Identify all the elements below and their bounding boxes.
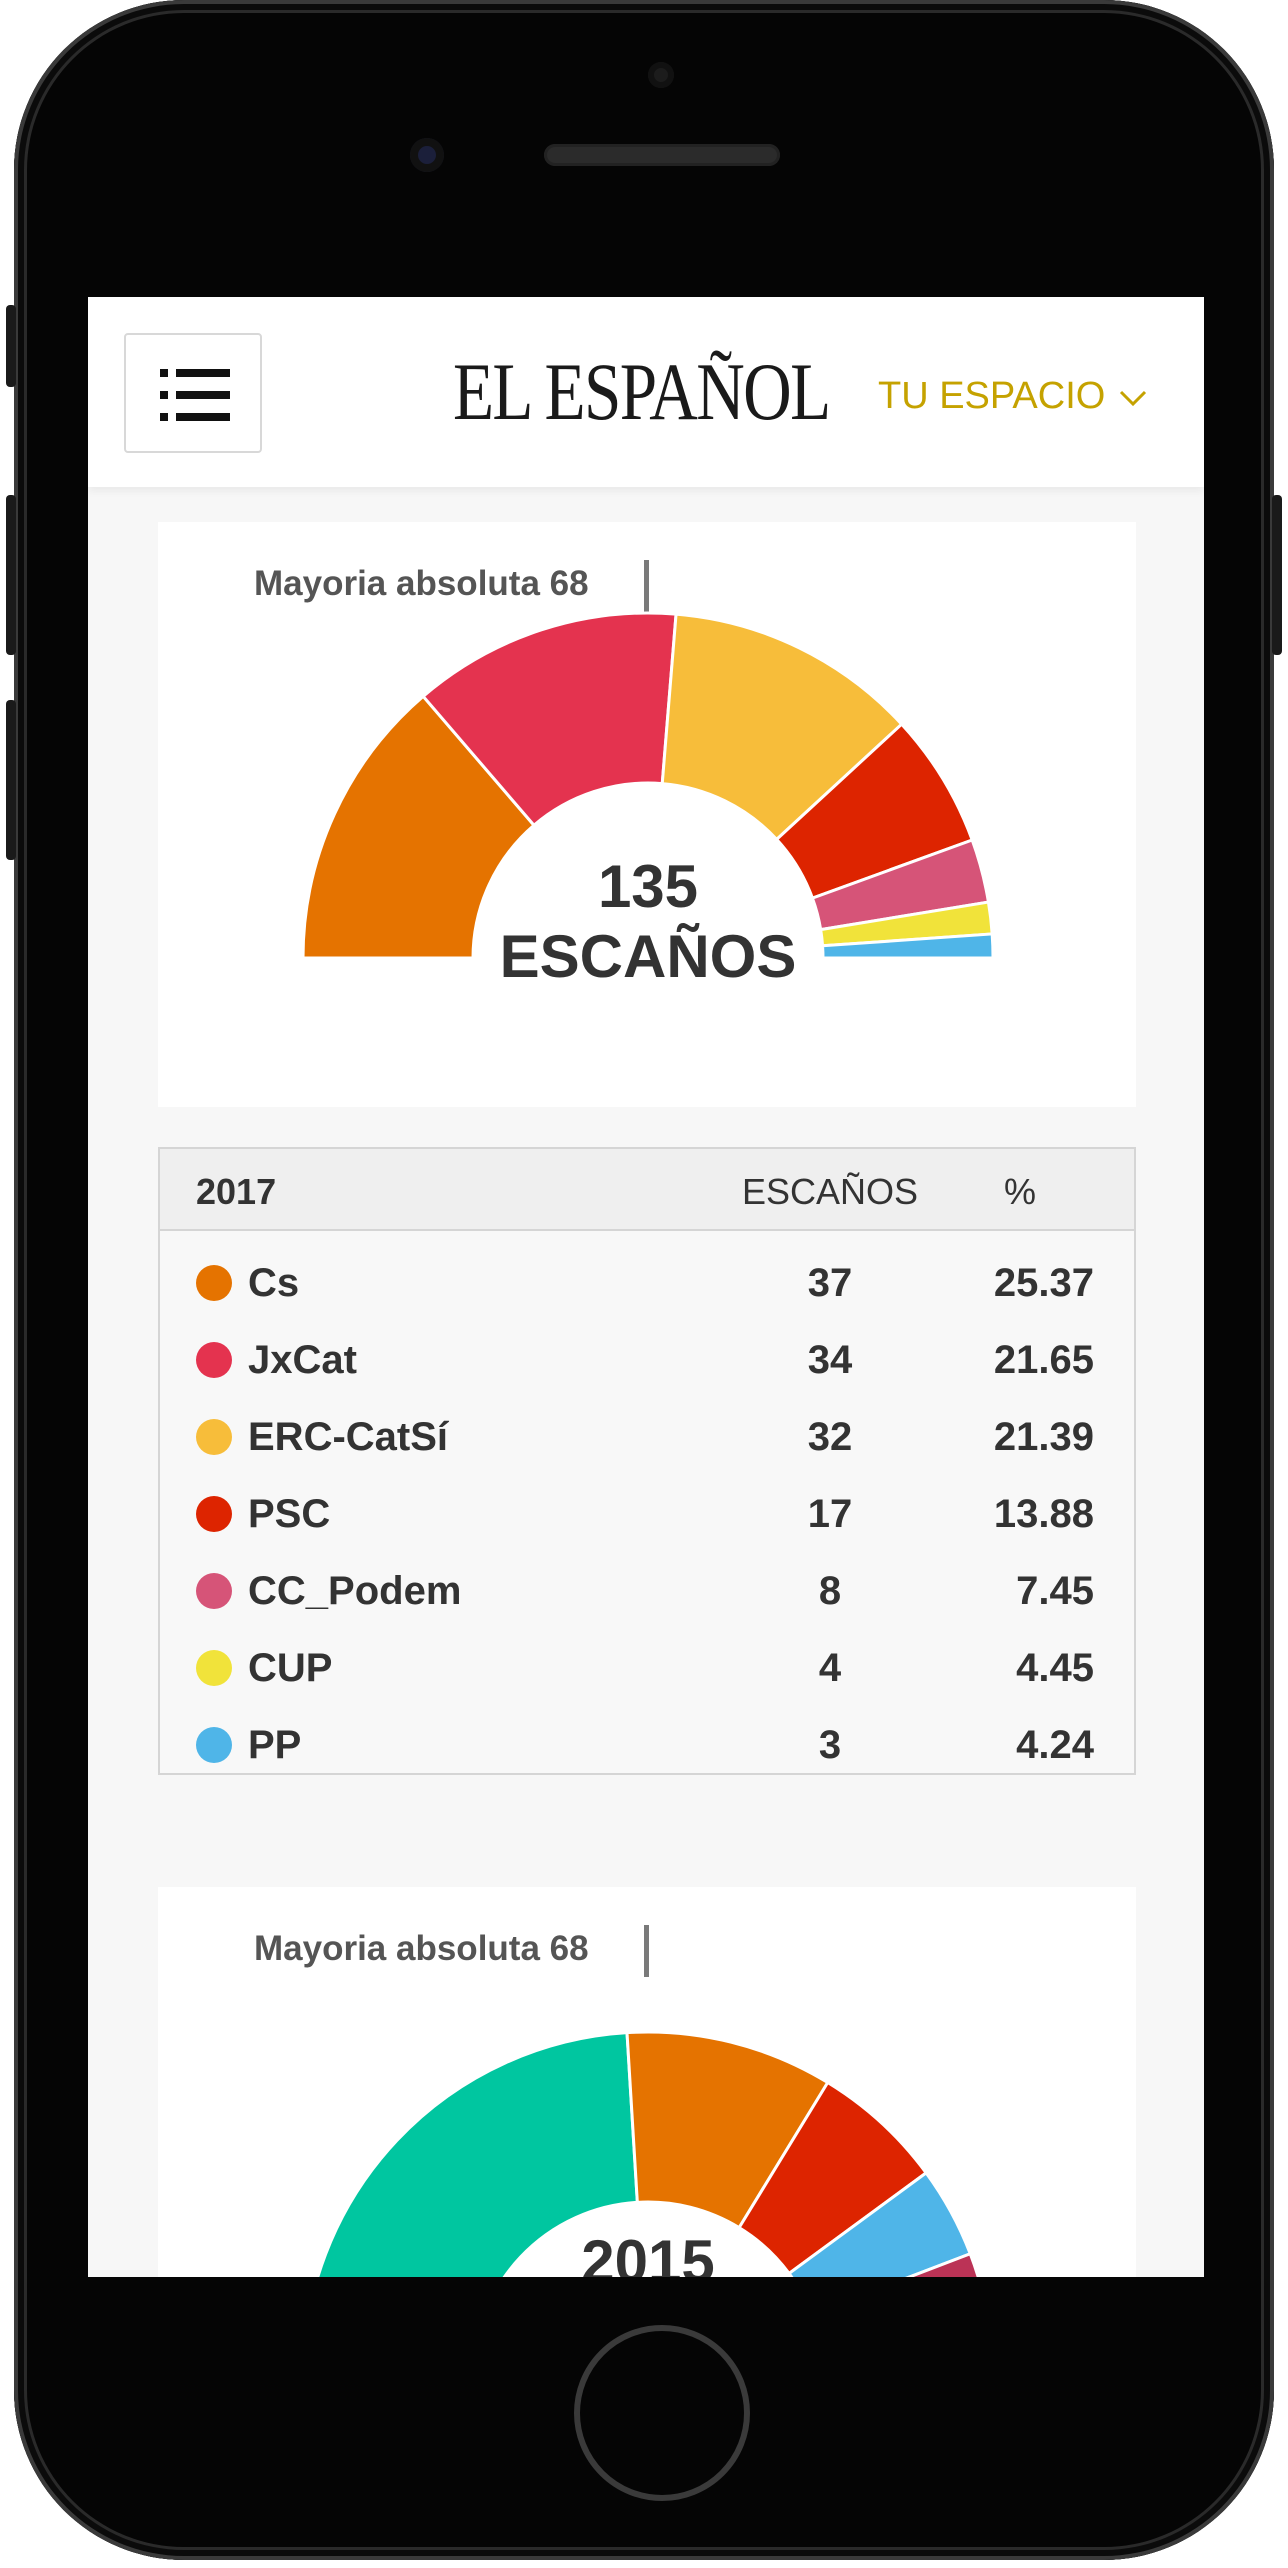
- table-row: CUP 4 4.45: [160, 1630, 1134, 1707]
- party-percent: 7.45: [1016, 1569, 1094, 1613]
- volume-up-button: [6, 495, 16, 655]
- chevron-down-icon: [1120, 390, 1147, 407]
- year-label: 2015: [581, 2228, 715, 2277]
- app-header: EL ESPAÑOL TU ESPACIO: [88, 297, 1204, 487]
- party-percent: 4.24: [1016, 1723, 1094, 1767]
- party-name: ERC-CatSí: [248, 1415, 449, 1459]
- party-name: PP: [248, 1723, 302, 1767]
- table-row: Cs 37 25.37: [160, 1245, 1134, 1322]
- party-color-dot: [196, 1265, 232, 1301]
- earpiece-speaker: [544, 144, 780, 166]
- table-row: PP 3 4.24: [160, 1707, 1134, 1784]
- home-button[interactable]: [574, 2325, 750, 2501]
- party-name: CC_Podem: [248, 1569, 462, 1613]
- menu-button[interactable]: [124, 333, 262, 453]
- party-name: PSC: [248, 1492, 331, 1536]
- party-seats: 32: [807, 1415, 853, 1459]
- chart-center-label: 2015: [448, 2227, 848, 2277]
- front-camera: [648, 62, 674, 88]
- volume-down-button: [6, 700, 16, 860]
- party-color-dot: [196, 1496, 232, 1532]
- parliament-chart-2017: [301, 611, 995, 960]
- party-name: CUP: [248, 1646, 333, 1690]
- party-percent: 25.37: [993, 1261, 1094, 1305]
- chart-card-2015: Mayoria absoluta 68 2015: [158, 1887, 1136, 2277]
- party-percent: 21.65: [993, 1338, 1094, 1382]
- account-menu[interactable]: TU ESPACIO: [878, 375, 1147, 418]
- chart-card-2017: Mayoria absoluta 68 135 ESCAÑOS: [158, 522, 1136, 1107]
- seat-unit: ESCAÑOS: [499, 923, 797, 990]
- party-name: JxCat: [248, 1338, 357, 1382]
- table-row: PSC 17 13.88: [160, 1476, 1134, 1553]
- party-color-dot: [196, 1727, 232, 1763]
- party-name: Cs: [248, 1261, 300, 1305]
- proximity-sensor: [410, 138, 444, 172]
- chart-center-label: 135 ESCAÑOS: [448, 852, 848, 992]
- party-percent: 21.39: [993, 1415, 1094, 1459]
- phone-screen: EL ESPAÑOL TU ESPACIO Mayoria absoluta 6…: [88, 297, 1204, 2277]
- table-row: JxCat 34 21.65: [160, 1322, 1134, 1399]
- power-button: [1272, 495, 1282, 655]
- site-logo[interactable]: EL ESPAÑOL: [453, 345, 831, 439]
- parliament-chart-2015: [316, 2030, 980, 2277]
- party-color-dot: [196, 1573, 232, 1609]
- party-seats: 3: [818, 1723, 842, 1767]
- party-seats: 34: [807, 1338, 853, 1382]
- party-percent: 13.88: [993, 1492, 1094, 1536]
- menu-icon: [160, 369, 230, 421]
- year-header: 2017: [196, 1171, 277, 1212]
- seat-total: 135: [597, 853, 699, 920]
- party-percent: 4.45: [1016, 1646, 1094, 1690]
- party-seats: 37: [807, 1261, 853, 1305]
- party-color-dot: [196, 1650, 232, 1686]
- results-table: 2017 ESCAÑOS % Cs 37 25.37 JxCat 34 21.65 ERC-…: [158, 1147, 1136, 1775]
- table-row: ERC-CatSí 32 21.39: [160, 1399, 1134, 1476]
- party-seats: 8: [818, 1569, 842, 1613]
- party-seats: 17: [807, 1492, 853, 1536]
- account-label: TU ESPACIO: [878, 375, 1106, 417]
- party-color-dot: [196, 1342, 232, 1378]
- party-seats: 4: [818, 1646, 842, 1690]
- party-color-dot: [196, 1419, 232, 1455]
- table-row: CC_Podem 8 7.45: [160, 1553, 1134, 1630]
- percent-header: %: [1003, 1171, 1036, 1212]
- table-header: 2017 ESCAÑOS %: [160, 1149, 1134, 1231]
- seats-header: ESCAÑOS: [741, 1171, 919, 1212]
- mute-switch: [6, 305, 16, 387]
